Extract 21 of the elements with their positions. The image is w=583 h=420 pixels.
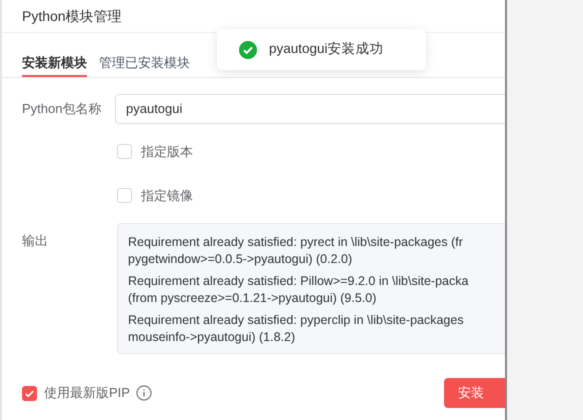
output-line: (from pyscreeze>=0.1.21->pyautogui) (9.5.0): [128, 290, 378, 307]
info-icon[interactable]: [136, 385, 152, 401]
success-check-icon: [239, 40, 257, 58]
output-line: mouseinfo->pyautogui) (1.8.2): [128, 329, 296, 346]
output-line: Requirement already satisfied: pyperclip in \lib\site-packages: [128, 312, 465, 329]
field-label: Python包名称: [22, 100, 102, 118]
output-line: pygetwindow>=0.0.5->pyautogui) (0.2.0): [128, 251, 354, 268]
package-name-field[interactable]: pyautogui: [115, 94, 505, 124]
tab[interactable]: 安装新模块: [22, 50, 87, 77]
output-line: Requirement already satisfied: pyrect in \lib\site-packages (fr: [128, 234, 464, 251]
toast-message: pyautogui安装成功: [269, 40, 384, 58]
checkbox-label: 指定版本: [141, 143, 193, 161]
checkbox[interactable]: [117, 144, 132, 160]
output-label: 输出: [22, 232, 49, 250]
checkbox-label: 使用最新版PIP: [44, 384, 130, 402]
checkbox[interactable]: [22, 386, 37, 400]
checkbox-label: 指定镜像: [141, 186, 193, 204]
checkbox[interactable]: [117, 188, 132, 203]
output-line: Requirement already satisfied: Pillow>=9.2.0 in \lib\site-packa: [128, 273, 470, 290]
tab[interactable]: 管理已安装模块: [99, 50, 190, 77]
window-title: Python模块管理: [22, 6, 122, 26]
